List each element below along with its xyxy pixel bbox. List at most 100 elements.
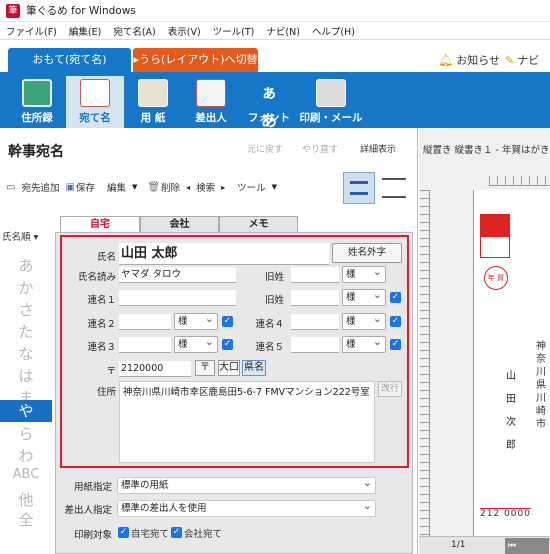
kana-field[interactable]: ヤマダ タロウ: [119, 267, 236, 283]
ribbon-address-book[interactable]: 住所録: [8, 76, 66, 128]
ren5-field[interactable]: [291, 337, 339, 353]
zip-lookup-button[interactable]: 〒: [195, 360, 215, 376]
index-ka[interactable]: か: [0, 277, 52, 298]
tab-memo[interactable]: メモ: [219, 216, 298, 233]
ren5-label: 連名５: [255, 342, 284, 353]
name-char-1: 山: [506, 371, 516, 382]
home-address-form: 氏名 山田 太郎 姓名外字 氏名読み ヤマダ タロウ 旧姓 様 連名１ 旧姓 様…: [60, 235, 409, 468]
card-view-toggle[interactable]: [343, 172, 375, 204]
postcard-preview: 年 賀 山 田 次 郎 神奈川県川崎市 212 0000: [473, 190, 550, 540]
menu-tools[interactable]: ツール(T): [207, 24, 261, 38]
maiden-name2-label: 旧姓: [264, 295, 284, 306]
index-all[interactable]: 全: [0, 509, 52, 530]
index-abc[interactable]: ABC: [0, 467, 52, 482]
mode-tab-strip: おもて(宛て名) ▸うら(レイアウト)へ切替 🔔︎ お知らせ ✎ ナビ: [0, 40, 550, 76]
first-page-button[interactable]: ⏮: [505, 538, 549, 554]
ext-char-button[interactable]: 姓名外字: [332, 243, 402, 263]
preview-footer: 1/1 ⏮: [419, 536, 550, 554]
ribbon-sender[interactable]: 差出人: [182, 76, 240, 128]
menu-edit[interactable]: 編集(E): [63, 24, 107, 38]
preview-header: 縦置き 縦書き１ - 年賀はがき: [423, 145, 550, 156]
ren2-label: 連名２: [87, 319, 116, 330]
redo-button[interactable]: やり直す: [302, 142, 338, 155]
index-wa[interactable]: わ: [0, 445, 52, 466]
sender-icon: [196, 79, 226, 107]
ren1-field[interactable]: [119, 290, 236, 306]
prev-icon[interactable]: ◂: [186, 183, 190, 192]
ren5-checkbox[interactable]: ✓: [390, 339, 401, 350]
ren1-checkbox[interactable]: ✓: [390, 292, 401, 303]
save-button[interactable]: 保存: [76, 180, 95, 194]
menu-navi[interactable]: ナビ(N): [260, 24, 306, 38]
tab-switch-to-back[interactable]: ▸うら(レイアウト)へ切替: [133, 48, 258, 72]
honorific-select-ren1[interactable]: 様: [342, 287, 386, 306]
edit-menu-button[interactable]: 編集: [107, 180, 126, 194]
menu-view[interactable]: 表示(V): [162, 24, 207, 38]
ren3-label: 連名３: [87, 342, 116, 353]
maiden-name-field[interactable]: [291, 267, 339, 283]
index-ta[interactable]: た: [0, 321, 52, 342]
notice-link[interactable]: 🔔︎ お知らせ: [438, 52, 500, 68]
list-view-icon[interactable]: [382, 178, 406, 198]
navi-link[interactable]: ✎ ナビ: [505, 52, 539, 68]
maiden-name2-field[interactable]: [291, 290, 339, 306]
ren4-checkbox[interactable]: ✓: [390, 316, 401, 327]
menu-help[interactable]: ヘルプ(H): [306, 24, 361, 38]
undo-button[interactable]: 元に戻す: [247, 142, 283, 155]
ribbon-font[interactable]: ぁあ フォント: [240, 76, 298, 130]
home-target-checkbox[interactable]: ✓: [118, 527, 129, 538]
ren4-field[interactable]: [291, 314, 339, 330]
menu-file[interactable]: ファイル(F): [0, 24, 63, 38]
honorific-select-ren4[interactable]: 様: [342, 311, 386, 330]
address-field[interactable]: 神奈川県川崎市幸区鹿島田5-6-7 FMVマンション222号室: [119, 381, 375, 463]
index-ha[interactable]: は: [0, 365, 52, 386]
index-other[interactable]: 他: [0, 489, 52, 510]
tab-home[interactable]: 自宅: [60, 216, 140, 233]
sender-select[interactable]: 標準の差出人を使用: [117, 498, 376, 517]
menu-bar: ファイル(F) 編集(E) 宛て名(A) 表示(V) ツール(T) ナビ(N) …: [0, 22, 550, 40]
vertical-ruler: [420, 190, 430, 540]
tab-office[interactable]: 会社: [140, 216, 219, 233]
kana-label: 氏名読み: [77, 272, 116, 283]
fuji-stamp-image: [481, 215, 509, 237]
index-a[interactable]: あ: [0, 255, 52, 276]
office-target-checkbox[interactable]: ✓: [171, 527, 182, 538]
delete-button[interactable]: 削除: [161, 180, 180, 194]
menu-address[interactable]: 宛て名(A): [107, 24, 161, 38]
honorific-select-main[interactable]: 様: [342, 264, 386, 283]
sort-order-select[interactable]: 氏名順 ▾: [2, 229, 38, 243]
detail-view-button[interactable]: 詳細表示: [360, 142, 396, 155]
paper-select[interactable]: 標準の用紙: [117, 475, 376, 494]
name-field[interactable]: 山田 太郎: [119, 243, 329, 265]
home-target-label: 自宅宛て: [131, 529, 170, 540]
trash-icon: 🗑︎: [147, 181, 161, 193]
prefecture-toggle[interactable]: 県名: [242, 360, 266, 376]
line-break-button[interactable]: 改行: [378, 381, 402, 397]
ribbon-addressee[interactable]: 宛て名: [66, 76, 124, 128]
tools-menu-button[interactable]: ツール: [237, 180, 266, 194]
next-icon[interactable]: ▸: [221, 183, 225, 192]
ren3-checkbox[interactable]: ✓: [222, 339, 233, 350]
app-icon: 筆: [6, 3, 20, 18]
ren2-checkbox[interactable]: ✓: [222, 316, 233, 327]
zip-field[interactable]: 2120000: [119, 361, 191, 377]
add-entry-button[interactable]: 宛先追加: [21, 180, 59, 194]
honorific-select-ren2[interactable]: 様: [174, 311, 218, 330]
index-ra[interactable]: ら: [0, 423, 52, 444]
window-title: 筆ぐるめ for Windows: [26, 5, 136, 17]
index-sa[interactable]: さ: [0, 299, 52, 320]
ren2-field[interactable]: [119, 314, 171, 330]
name-char-2: 田: [506, 394, 516, 405]
index-ya[interactable]: や: [0, 400, 52, 422]
ribbon-print-mail[interactable]: 印刷・メール: [298, 76, 364, 128]
large-customer-button[interactable]: 大口: [218, 360, 240, 376]
ren3-field[interactable]: [119, 337, 171, 353]
tab-front-address[interactable]: おもて(宛て名): [8, 48, 131, 72]
panel-title: 幹事宛名: [8, 144, 64, 160]
honorific-select-ren3[interactable]: 様: [174, 334, 218, 353]
ribbon-paper[interactable]: 用 紙: [124, 76, 182, 128]
index-na[interactable]: な: [0, 343, 52, 364]
search-button[interactable]: 検索: [196, 180, 215, 194]
ren1-label: 連名１: [87, 295, 116, 306]
honorific-select-ren5[interactable]: 様: [342, 334, 386, 353]
